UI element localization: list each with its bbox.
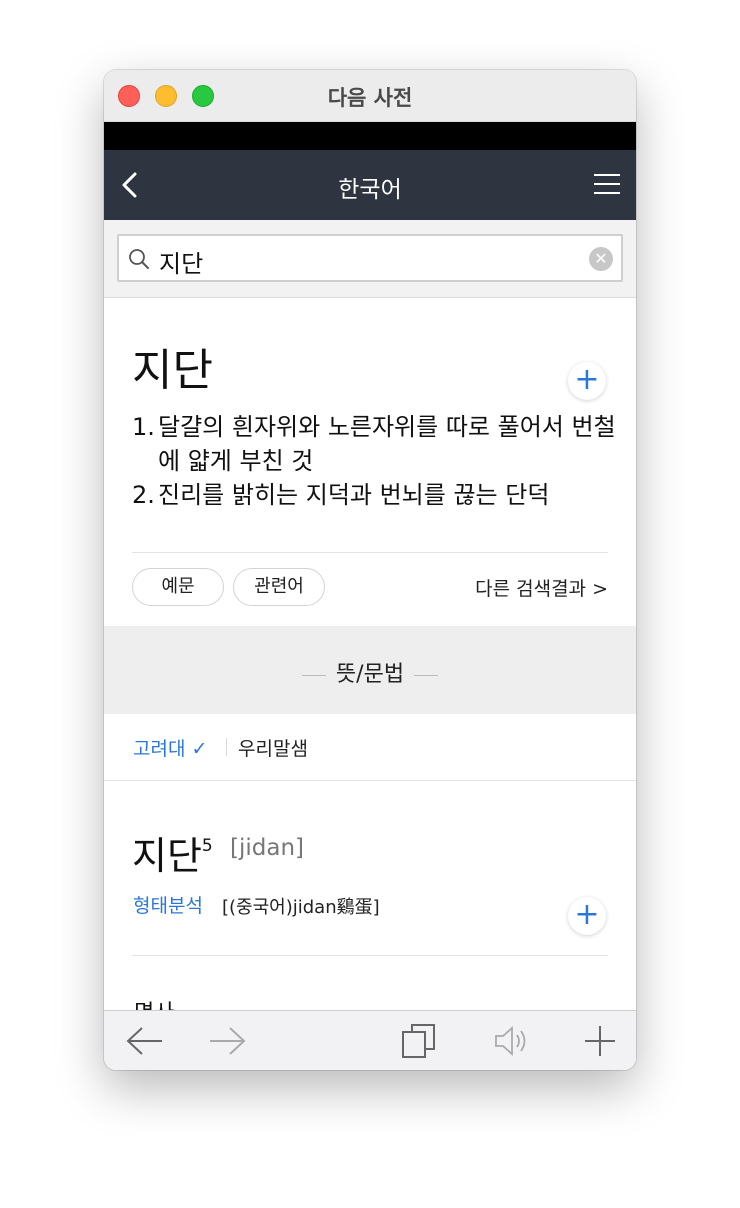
source-tabs: 고려대 ✓ 우리말샘 (104, 714, 636, 781)
bottom-toolbar (104, 1010, 636, 1070)
back-arrow-icon[interactable] (124, 1023, 164, 1059)
add-wordbook-button[interactable]: + (568, 897, 606, 935)
definition-number: 2. (132, 481, 155, 509)
definition-text: 달걀의 흰자위와 노른자위를 따로 풀어서 번철에 얇게 부친 것 (158, 413, 616, 475)
nav-title: 한국어 (338, 177, 402, 203)
speaker-icon[interactable] (492, 1023, 532, 1059)
search-query[interactable]: 지단 (159, 244, 203, 279)
copy-icon[interactable] (400, 1023, 440, 1059)
forward-arrow-icon[interactable] (208, 1023, 248, 1059)
homonym-number: 5 (201, 836, 213, 857)
divider (132, 955, 608, 956)
morph-analysis-text: [(중국어)jidan鷄蛋] (222, 897, 380, 918)
tab-urimalsaem[interactable]: 우리말샘 (238, 734, 308, 761)
status-bar (104, 122, 636, 150)
window-title: 다음 사전 (327, 86, 413, 110)
morph-analysis-link[interactable]: 형태분석 (133, 891, 203, 918)
definition-list: 1. 달걀의 흰자위와 노른자위를 따로 풀어서 번철에 얇게 부친 것 2. … (132, 410, 622, 512)
section-title: 뜻/문법 (335, 662, 405, 687)
definition-item: 2. 진리를 밝히는 지덕과 번뇌를 끊는 단덕 (132, 478, 622, 512)
title-bar: 다음 사전 (104, 70, 636, 122)
entry-summary-card: 지단 + 1. 달걀의 흰자위와 노른자위를 따로 풀어서 번철에 얇게 부친 … (104, 298, 636, 626)
word-detail: 지단5 [jidan] + 형태분석 [(중국어)jidan鷄蛋] 명사 (104, 781, 636, 1026)
add-wordbook-button[interactable]: + (568, 362, 606, 400)
definition-item: 1. 달걀의 흰자위와 노른자위를 따로 풀어서 번철에 얇게 부친 것 (132, 410, 622, 478)
search-input[interactable]: 지단 ✕ (117, 234, 623, 282)
divider (132, 552, 608, 553)
detail-headword: 지단5 (132, 834, 213, 878)
navigation-bar: 한국어 (104, 150, 636, 220)
tab-korea-univ[interactable]: 고려대 ✓ (133, 734, 207, 761)
section-header: 뜻/문법 (104, 626, 636, 714)
divider (226, 738, 227, 756)
definition-number: 1. (132, 413, 155, 441)
search-icon (128, 248, 150, 270)
add-icon[interactable] (580, 1023, 620, 1059)
headword: 지단 (132, 345, 213, 396)
more-results-link[interactable]: 다른 검색결과 > (475, 574, 608, 601)
clear-icon[interactable]: ✕ (589, 247, 613, 271)
examples-button[interactable]: 예문 (132, 568, 224, 606)
definition-text: 진리를 밝히는 지덕과 번뇌를 끊는 단덕 (158, 481, 550, 509)
search-area: 지단 ✕ (104, 220, 636, 298)
related-words-button[interactable]: 관련어 (233, 568, 325, 606)
pronunciation: [jidan] (230, 835, 304, 861)
divider (414, 674, 439, 676)
divider (301, 674, 326, 676)
hamburger-menu-icon[interactable] (594, 174, 620, 196)
app-window: 다음 사전 한국어 지단 ✕ 지단 + 1. 달걀의 흰자위와 노른자위를 따로… (104, 70, 636, 1070)
